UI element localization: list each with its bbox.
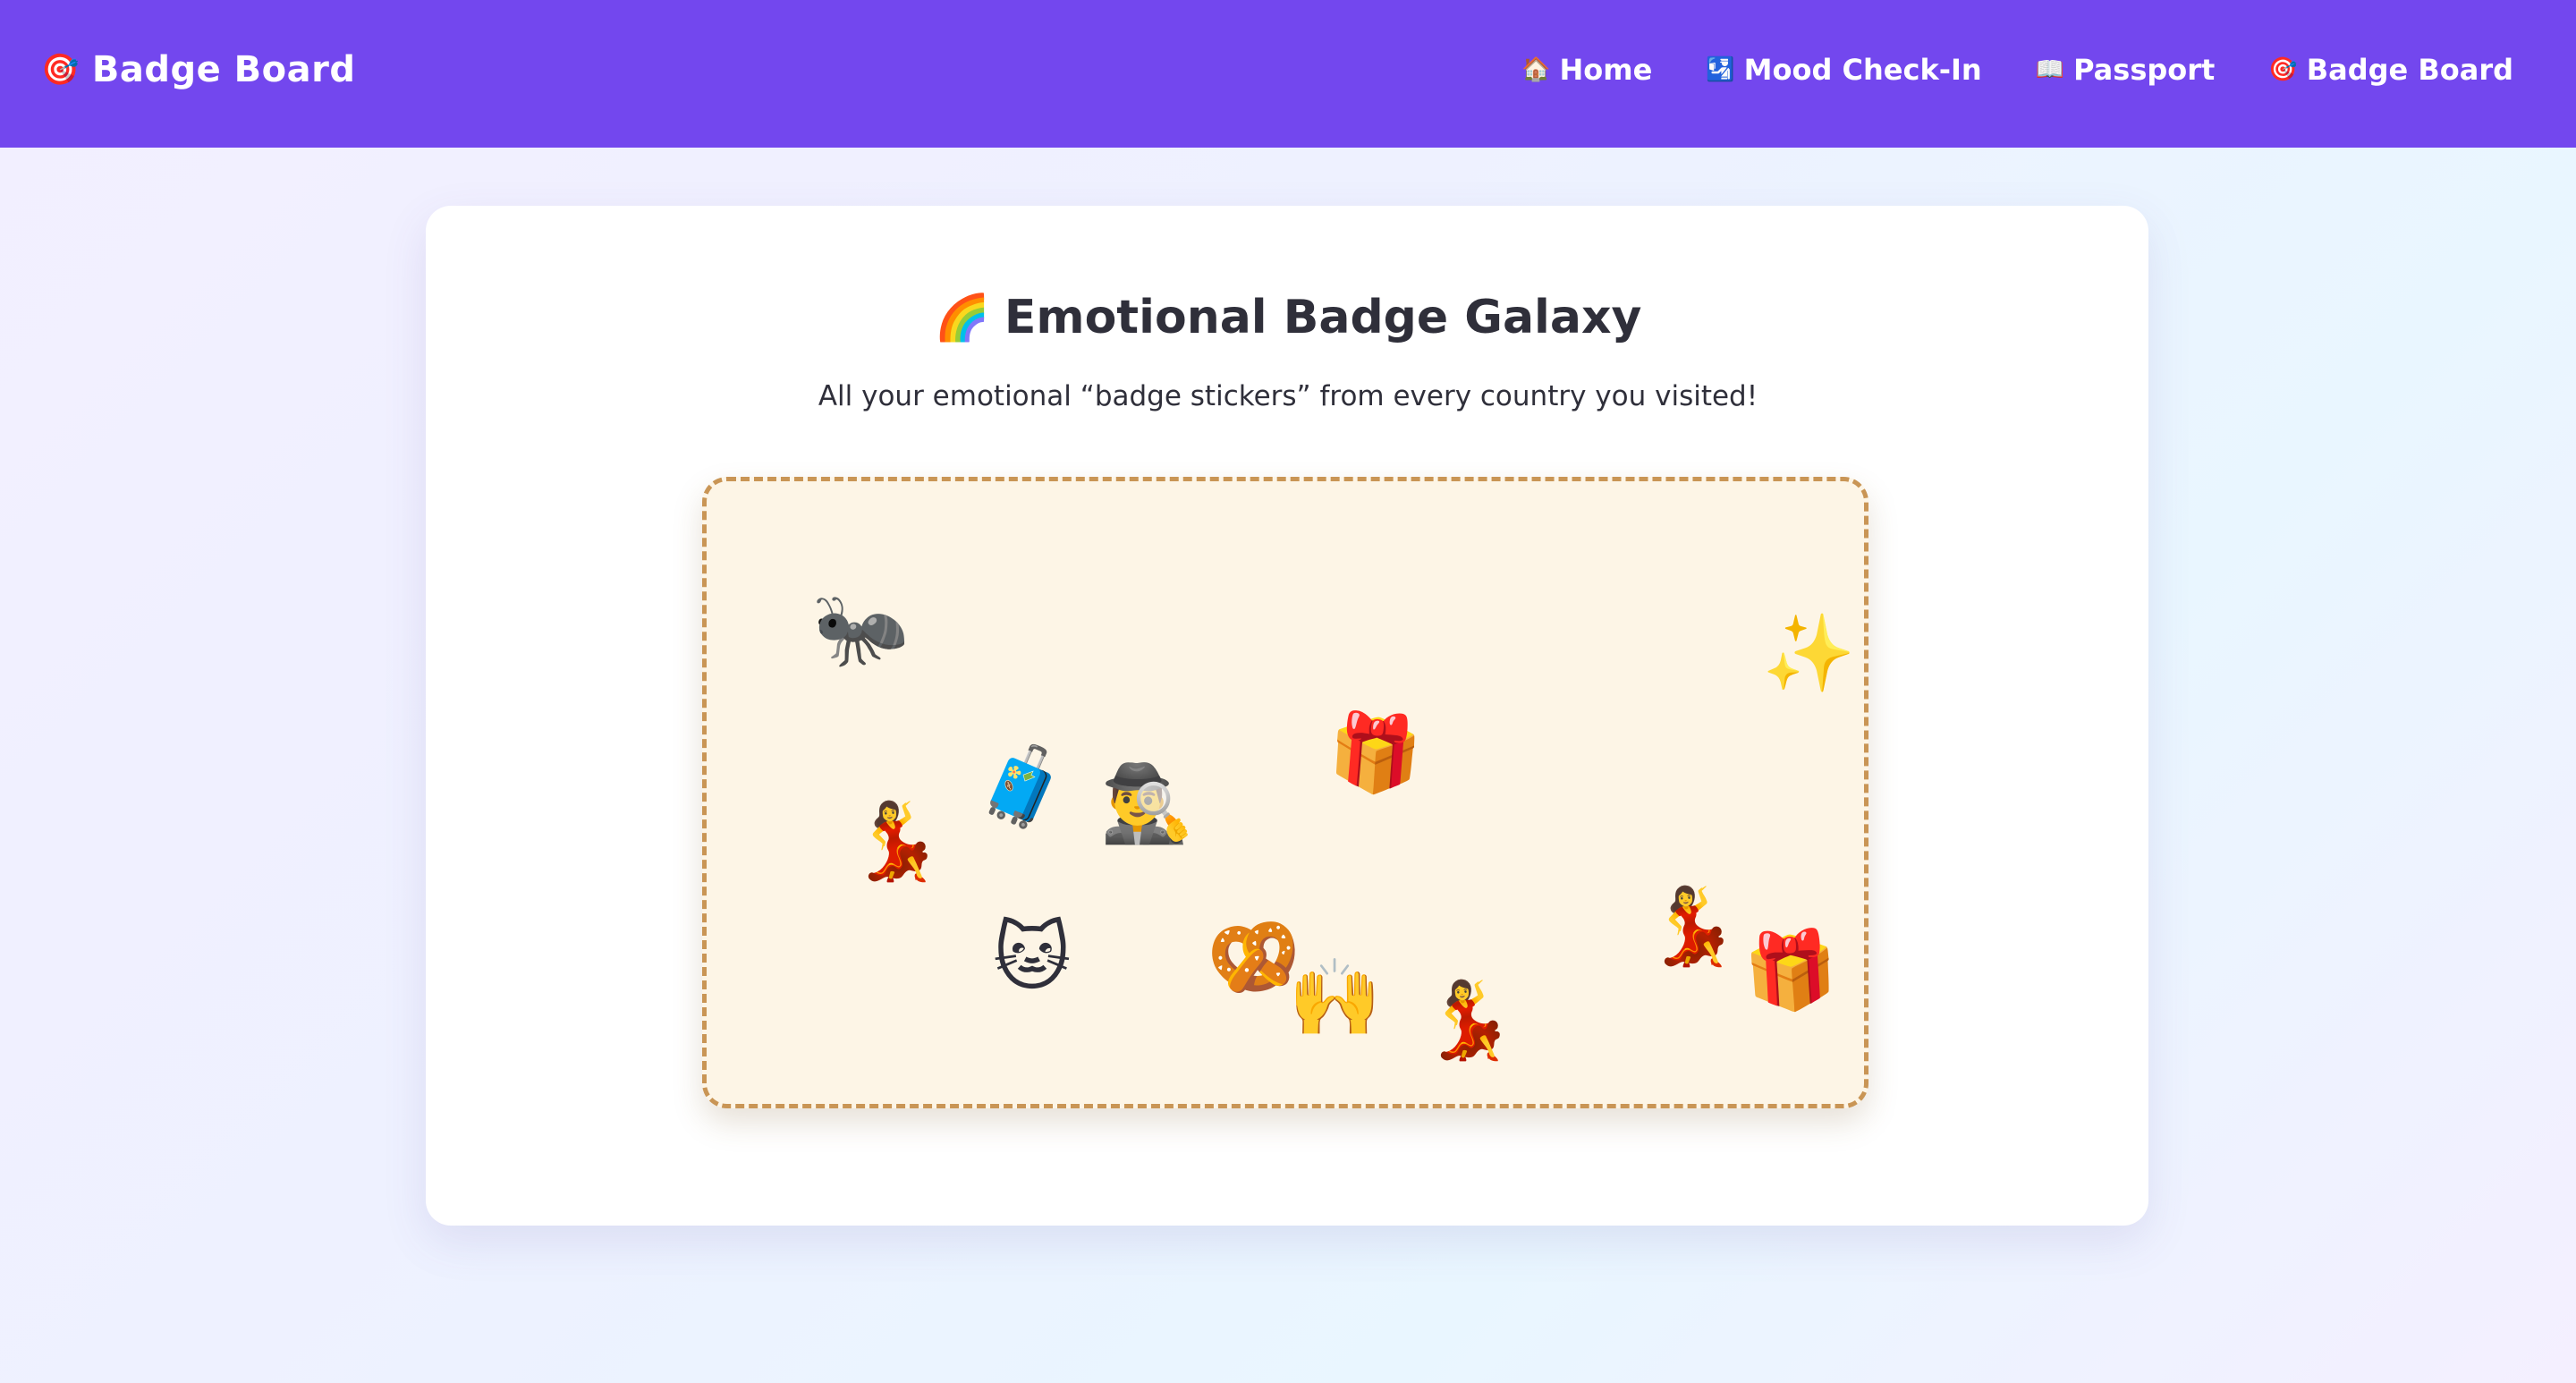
cat-face-sticker[interactable]: 🐱 <box>993 920 1072 995</box>
page-title: 🌈 Emotional Badge Galaxy <box>0 291 2576 344</box>
nav-badge-board-label: Badge Board <box>2306 52 2513 87</box>
dancer-sticker[interactable]: 💃 <box>1646 888 1740 963</box>
nav-badge-board-link[interactable]: 🎯 Badge Board <box>2268 53 2513 87</box>
nav-passport-link[interactable]: 📖 Passport <box>2036 53 2216 87</box>
dart-target-icon: 🎯 <box>2268 55 2298 83</box>
sparkles-sticker[interactable]: ✨ <box>1762 615 1856 691</box>
nav-mood-check-in-link[interactable]: 🛂 Mood Check-In <box>1706 53 1981 87</box>
rainbow-icon: 🌈 <box>934 291 990 344</box>
page-subtitle: All your emotional “badge stickers” from… <box>818 380 1758 412</box>
passport-control-icon: 🛂 <box>1706 55 1735 83</box>
nav-home-label: Home <box>1559 52 1653 87</box>
nav-home-link[interactable]: 🏠 Home <box>1521 53 1652 87</box>
open-book-icon: 📖 <box>2035 55 2065 83</box>
gift-sticker[interactable]: 🎁 <box>1326 706 1425 800</box>
nav-mood-check-in-label: Mood Check-In <box>1743 52 1982 87</box>
dart-target-icon: 🎯 <box>41 51 80 88</box>
page-title-text: Emotional Badge Galaxy <box>1004 291 1642 344</box>
main-nav: 🏠 Home 🛂 Mood Check-In 📖 Passport 🎯 Badg… <box>1521 0 2513 139</box>
house-icon: 🏠 <box>1521 55 1551 83</box>
raising-hands-sticker[interactable]: 🙌 <box>1288 960 1382 1035</box>
dancer-sticker[interactable]: 💃 <box>850 803 944 878</box>
sticker-board: 🐜 🧳 🕵️‍♂️ 🎁 ✨ 💃 🐱 🥨 🙌 💃 💃 🎁 <box>702 477 1868 1108</box>
brand-link[interactable]: 🎯 Badge Board <box>41 0 355 139</box>
nav-passport-label: Passport <box>2073 52 2216 87</box>
dancer-sticker[interactable]: 💃 <box>1422 982 1516 1057</box>
top-navigation-bar: 🎯 Badge Board 🏠 Home 🛂 Mood Check-In 📖 P… <box>0 0 2576 148</box>
detective-sticker[interactable]: 🕵️‍♂️ <box>1100 766 1194 841</box>
ant-sticker[interactable]: 🐜 <box>807 575 914 678</box>
gift-sticker[interactable]: 🎁 <box>1741 923 1841 1017</box>
luggage-sticker[interactable]: 🧳 <box>970 737 1074 837</box>
brand-title: Badge Board <box>91 48 356 90</box>
